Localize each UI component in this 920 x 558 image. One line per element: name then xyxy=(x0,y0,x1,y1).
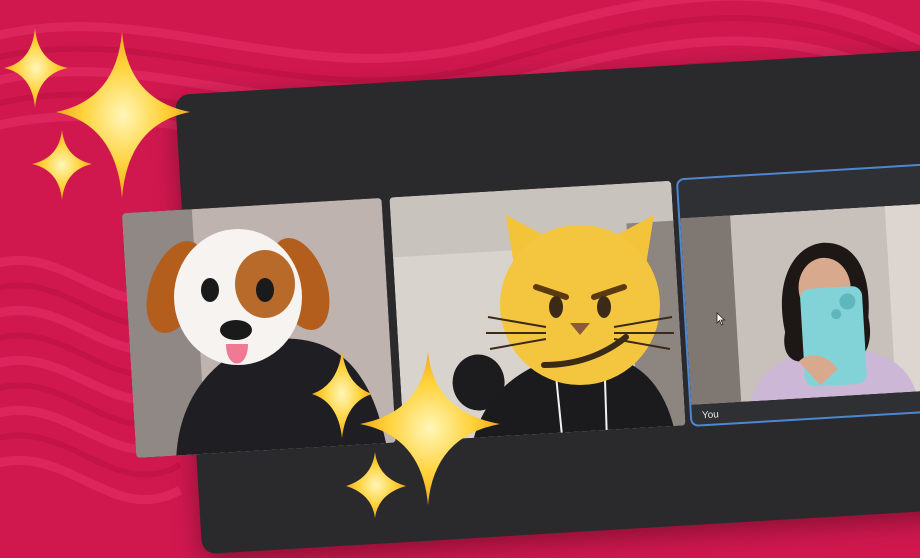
self-name-label: You xyxy=(701,409,720,422)
self-video xyxy=(680,202,920,405)
dog-emoji-icon xyxy=(146,229,330,365)
cat-emoji-icon xyxy=(486,215,674,385)
mouse-cursor-icon xyxy=(716,312,726,326)
participant-tile-self[interactable]: You xyxy=(675,162,920,428)
